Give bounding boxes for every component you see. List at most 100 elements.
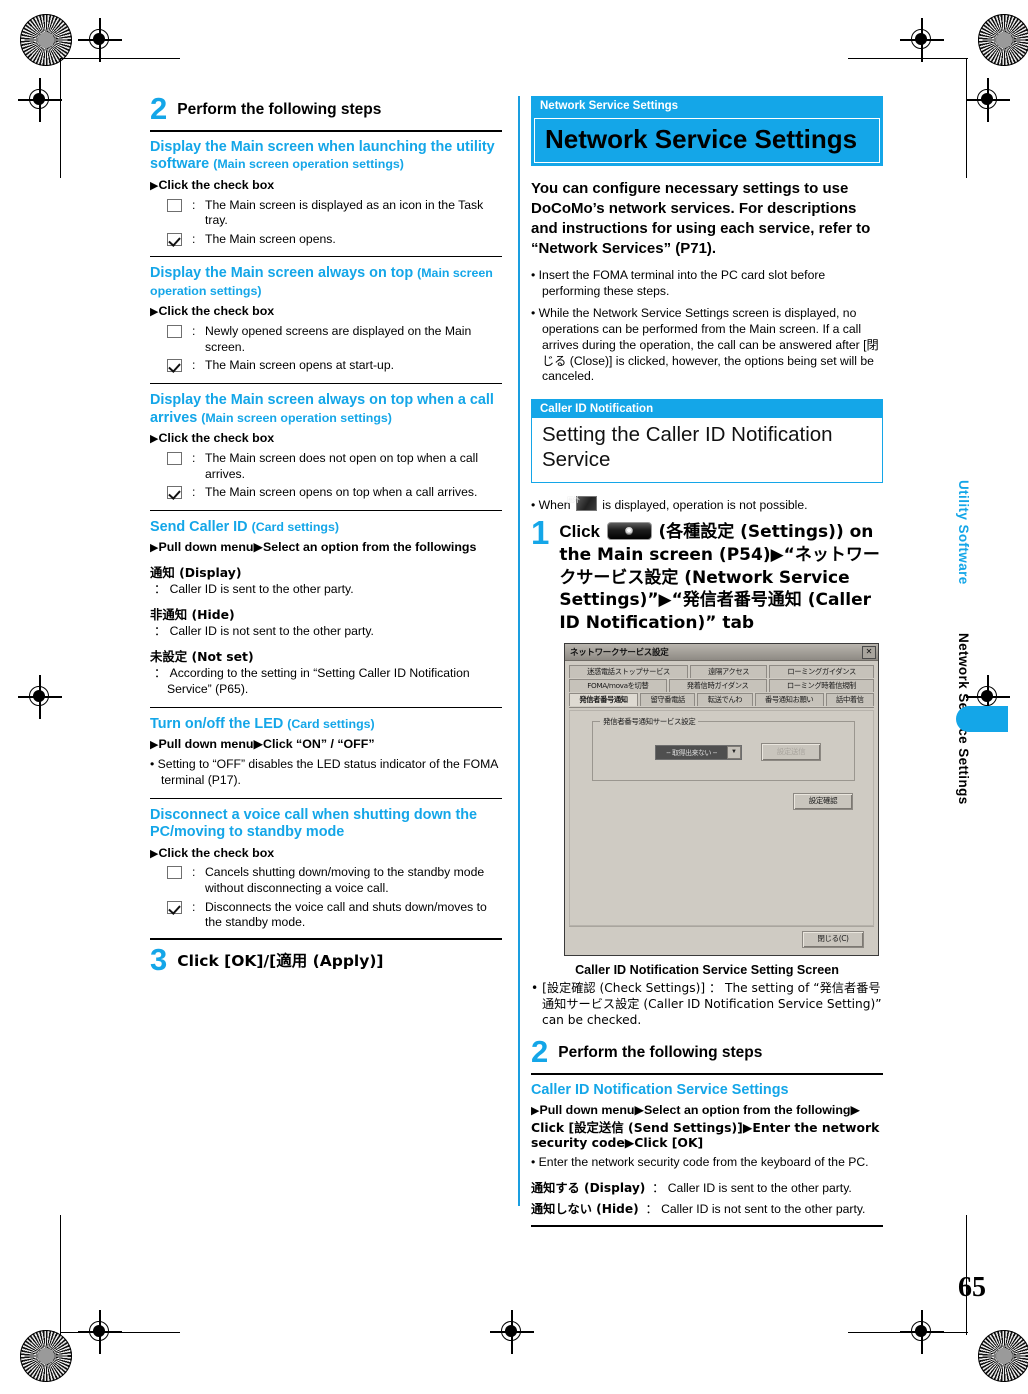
dialog-tab[interactable]: 転送でんわ bbox=[697, 693, 753, 707]
checkbox-description: The Main screen opens on top when a call… bbox=[205, 485, 478, 500]
divider bbox=[150, 797, 502, 799]
action-line: ▶Click the check box bbox=[150, 304, 275, 319]
chapter-eyebrow: Network Service Settings bbox=[531, 96, 883, 115]
step-text: Click [OK]/[適用 (Apply)] bbox=[177, 951, 384, 970]
checkbox-description: The Main screen opens. bbox=[205, 231, 336, 246]
divider bbox=[150, 509, 502, 511]
action-line: ▶Pull down menu▶Select an option from th… bbox=[531, 1103, 861, 1118]
dialog-tab[interactable]: ローミング時着信規制 bbox=[768, 679, 875, 693]
dialog-footer: 閉じる(C) bbox=[569, 926, 874, 953]
option-row: 通知する (Display) ： Caller ID is sent to th… bbox=[531, 1181, 883, 1197]
crop-mark bbox=[60, 58, 180, 60]
caption-note: • [設定確認 (Check Settings)] ： The setting … bbox=[531, 981, 882, 1028]
checkbox-unchecked-icon[interactable] bbox=[167, 866, 182, 880]
checkbox-checked-icon[interactable] bbox=[167, 900, 182, 914]
dialog-tab-active[interactable]: 発信者番号通知 bbox=[569, 693, 639, 707]
heading-main: Caller ID Notification Service Settings bbox=[531, 1081, 789, 1098]
dialog-tab[interactable]: 発着信時ガイダンス bbox=[668, 679, 767, 693]
divider bbox=[150, 383, 502, 385]
close-button[interactable]: 閉じる(C) bbox=[802, 931, 864, 949]
dialog-tab[interactable]: 迷惑電話ストップサービス bbox=[569, 665, 688, 679]
dropdown-value: -- 取得出来ない -- bbox=[666, 748, 717, 757]
divider bbox=[150, 256, 502, 258]
action-line: ▶Click the check box bbox=[150, 845, 275, 860]
close-icon[interactable]: ✕ bbox=[862, 645, 876, 659]
dialog-title: ネットワークサービス設定 bbox=[570, 648, 669, 659]
action-line: ▶Pull down menu▶Select an option from th… bbox=[150, 540, 477, 555]
action-line: ▶Click the check box bbox=[150, 431, 275, 446]
step-2-heading: 2 Perform the following steps bbox=[150, 93, 502, 124]
option-line: 通知しない (Hide) ： Caller ID is not sent to … bbox=[531, 1202, 866, 1217]
option-description: ： Caller ID is sent to the other party. bbox=[154, 582, 354, 597]
crop-mark bbox=[848, 58, 968, 60]
checkbox-description: The Main screen does not open on top whe… bbox=[205, 450, 479, 481]
check-settings-button[interactable]: 設定確認 bbox=[793, 793, 853, 811]
dialog-tab-row: 迷惑電話ストップサービス 遠隔アクセス ローミングガイダンス bbox=[569, 665, 874, 679]
option-label: 通知しない (Hide) bbox=[531, 1202, 639, 1217]
side-tab-chapter: Utility Software bbox=[956, 480, 971, 585]
checkbox-unchecked-icon[interactable] bbox=[167, 198, 182, 212]
print-star-target-bottom-right bbox=[978, 1330, 1028, 1382]
heading-sub: (Main screen operation settings) bbox=[213, 157, 404, 172]
option-label: 通知 (Display) bbox=[150, 565, 242, 581]
divider bbox=[150, 937, 502, 940]
registration-mark-left-top bbox=[18, 78, 62, 122]
dialog-tab[interactable]: ローミングガイダンス bbox=[769, 665, 874, 679]
bullet-item: • Enter the network security code from t… bbox=[531, 1154, 869, 1169]
crop-mark bbox=[60, 58, 62, 178]
checkbox-row: : Disconnects the voice call and shuts d… bbox=[150, 900, 502, 931]
option-description: Caller ID is not sent to the other party… bbox=[661, 1202, 866, 1217]
dialog-tab[interactable]: 遠隔アクセス bbox=[689, 665, 768, 679]
right-column: Network Service Settings Network Service… bbox=[531, 96, 883, 1234]
checkbox-row: : Cancels shutting down/moving to the st… bbox=[150, 865, 502, 896]
checkbox-unchecked-icon[interactable] bbox=[167, 325, 182, 339]
crop-mark bbox=[966, 58, 968, 178]
chapter-title-bar: Network Service Settings bbox=[531, 115, 883, 167]
checkbox-description: Cancels shutting down/moving to the stan… bbox=[205, 865, 485, 896]
column-divider bbox=[518, 96, 520, 1206]
option-description: ： Caller ID is not sent to the other par… bbox=[154, 623, 374, 638]
dialog-screenshot: ネットワークサービス設定 ✕ 迷惑電話ストップサービス 遠隔アクセス ローミング… bbox=[564, 643, 879, 957]
section-heading-send-caller-id: Send Caller ID (Card settings) bbox=[150, 519, 502, 537]
option-row: 通知しない (Hide) ： Caller ID is not sent to … bbox=[531, 1202, 883, 1218]
print-star-target-bottom-left bbox=[20, 1330, 72, 1382]
caller-id-dropdown[interactable]: -- 取得出来ない -- ▼ bbox=[655, 745, 742, 761]
section-heading-launch: Display the Main screen when launching t… bbox=[150, 139, 502, 174]
divider bbox=[531, 1072, 883, 1075]
page-number: 65 bbox=[958, 1272, 986, 1303]
checkbox-description: The Main screen opens at start-up. bbox=[205, 358, 395, 373]
checkbox-unchecked-icon[interactable] bbox=[167, 451, 182, 465]
option-label: 非通知 (Hide) bbox=[150, 606, 235, 622]
chevron-down-icon[interactable]: ▼ bbox=[727, 746, 741, 760]
checkbox-checked-icon[interactable] bbox=[167, 359, 182, 373]
checkbox-description: The Main screen is displayed as an icon … bbox=[205, 197, 484, 228]
checkbox-checked-icon[interactable] bbox=[167, 232, 182, 246]
option-label: 未設定 (Not set) bbox=[150, 648, 254, 664]
dialog-tab[interactable]: 番号通知お願い bbox=[754, 693, 824, 707]
checkbox-row: : The Main screen opens. bbox=[150, 232, 502, 248]
heading-sub: (Card settings) bbox=[251, 519, 340, 534]
send-settings-button[interactable]: 設定送信 bbox=[761, 743, 821, 762]
colon: : bbox=[192, 450, 196, 465]
dialog-body: 迷惑電話ストップサービス 遠隔アクセス ローミングガイダンス FOMA/mova… bbox=[565, 661, 878, 956]
dialog-tab[interactable]: 話中着信 bbox=[825, 693, 875, 707]
step-2-heading-right: 2 Perform the following steps bbox=[531, 1036, 883, 1067]
heading-main: Disconnect a voice call when shutting do… bbox=[150, 806, 478, 841]
dialog-tab-rows: 迷惑電話ストップサービス 遠隔アクセス ローミングガイダンス FOMA/mova… bbox=[569, 665, 875, 709]
bullet-item: • While the Network Service Settings scr… bbox=[531, 306, 879, 384]
checkbox-row: : The Main screen opens at start-up. bbox=[150, 358, 502, 374]
checkbox-checked-icon[interactable] bbox=[167, 486, 182, 500]
print-star-target-top-right bbox=[978, 14, 1028, 66]
option-description: ： According to the setting in “Setting C… bbox=[154, 665, 470, 696]
section-eyebrow: Caller ID Notification bbox=[531, 399, 883, 419]
option-description: Caller ID is sent to the other party. bbox=[667, 1180, 852, 1195]
intro-paragraph: You can configure necessary settings to … bbox=[531, 180, 871, 257]
step-1-heading: 1 Click (各種設定 (Settings)) on the Main sc… bbox=[531, 516, 883, 634]
action-line: ▶Pull down menu▶Click “ON” / “OFF” bbox=[150, 737, 375, 752]
section-heading-caller-id-settings: Caller ID Notification Service Settings bbox=[531, 1082, 883, 1100]
colon: : bbox=[192, 485, 196, 500]
dialog-tab[interactable]: FOMA/movaを切替 bbox=[569, 679, 667, 693]
dialog-tab[interactable]: 留守番電話 bbox=[640, 693, 696, 707]
checkbox-row: : The Main screen opens on top when a ca… bbox=[150, 485, 502, 501]
registration-mark-bottom-center bbox=[490, 1310, 534, 1354]
